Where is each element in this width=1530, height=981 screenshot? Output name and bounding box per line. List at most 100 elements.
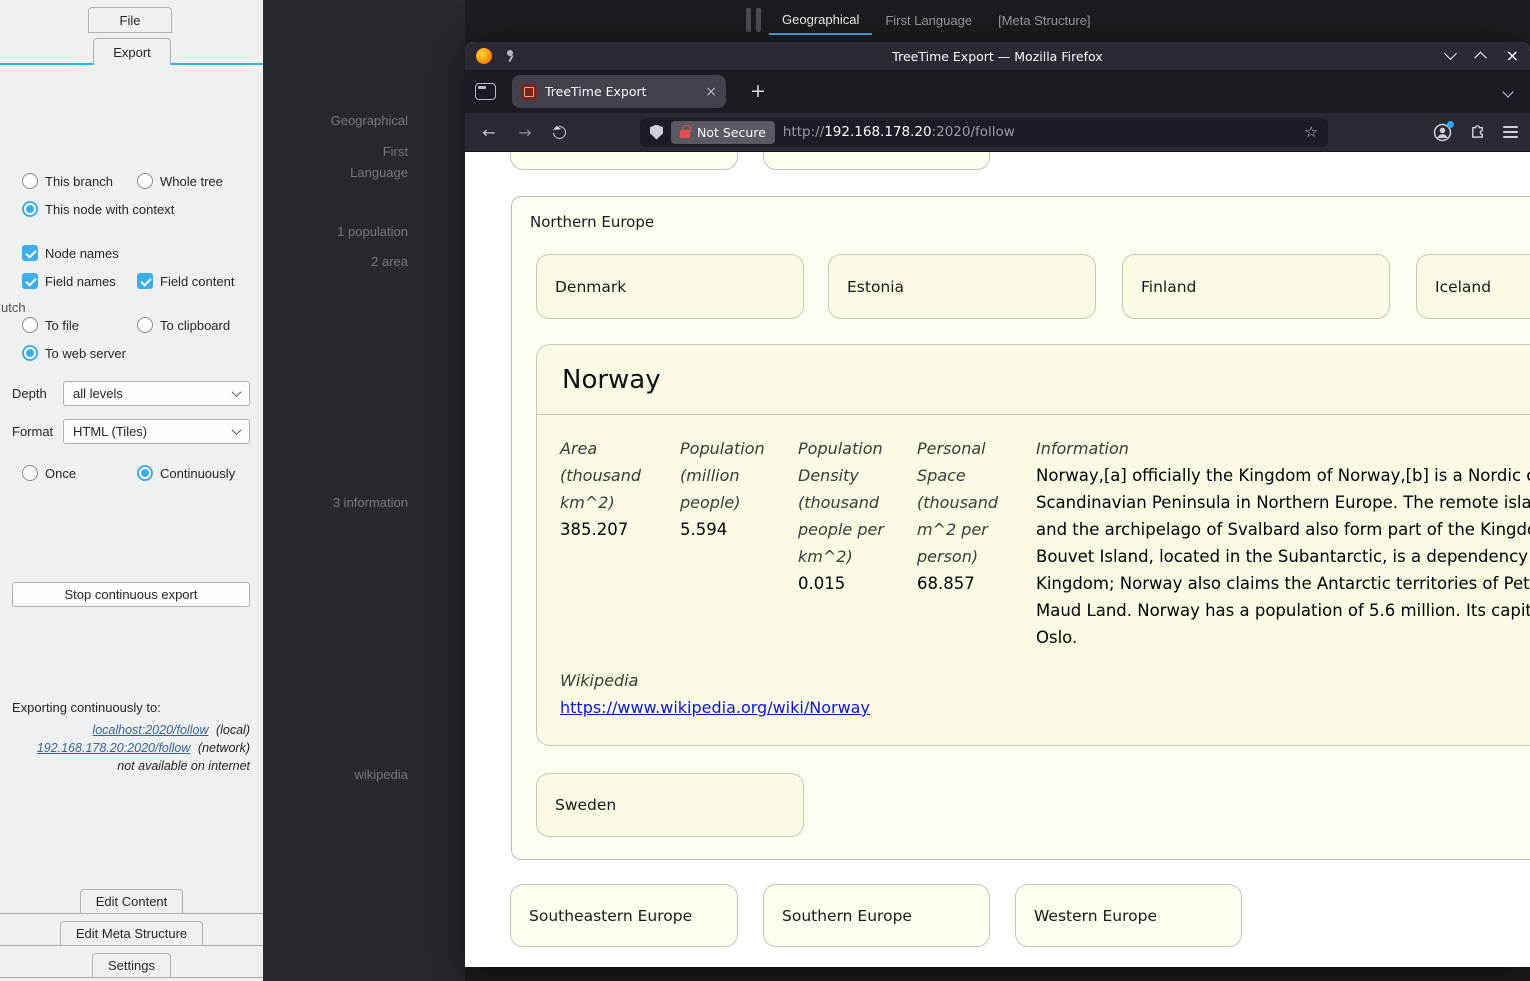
radio-label: This branch [45, 174, 113, 189]
radio-node-with-context[interactable]: This node with context [22, 200, 174, 218]
radio-icon-checked[interactable] [22, 345, 38, 361]
titlebar: TreeTime Export — Mozilla Firefox × [465, 42, 1530, 70]
checkbox-field-content[interactable]: Field content [137, 272, 234, 290]
partial-tile[interactable] [510, 152, 738, 170]
field-label-information: 3 information [324, 492, 408, 513]
tile-iceland[interactable]: Iceland [1416, 254, 1530, 319]
radio-icon[interactable] [137, 317, 153, 333]
tab-file[interactable]: File [88, 7, 172, 33]
pin-icon[interactable] [505, 50, 516, 62]
field-value: 385.207 [560, 516, 660, 543]
radio-icon-checked[interactable] [137, 465, 153, 481]
back-button[interactable]: ← [477, 123, 501, 142]
radio-label: Whole tree [160, 174, 223, 189]
bookmark-star-icon[interactable]: ☆ [1305, 123, 1318, 141]
radio-to-file[interactable]: To file [22, 316, 79, 334]
tracking-shield-icon[interactable] [650, 125, 663, 140]
tile-denmark[interactable]: Denmark [536, 254, 804, 319]
settings-button[interactable]: Settings [92, 953, 171, 978]
radio-icon[interactable] [22, 173, 38, 189]
browser-tab-title: TreeTime Export [545, 84, 697, 99]
tile-finland[interactable]: Finland [1122, 254, 1390, 319]
field-column-population: Population (million people) 5.594 [680, 435, 780, 543]
format-select[interactable]: HTML (Tiles) [63, 419, 250, 444]
radio-once[interactable]: Once [22, 464, 76, 482]
radio-to-clipboard[interactable]: To clipboard [137, 316, 230, 334]
radio-icon-checked[interactable] [22, 201, 38, 217]
network-link-note: (network) [198, 741, 250, 755]
tab-scroller[interactable] [746, 8, 761, 32]
field-label-population: 1 population [337, 221, 408, 242]
firefox-view-icon[interactable] [475, 83, 496, 100]
checkbox-label: Node names [45, 246, 119, 261]
format-value: HTML (Tiles) [73, 424, 147, 439]
radio-label: To clipboard [160, 318, 230, 333]
not-secure-chip[interactable]: Not Secure [671, 121, 775, 144]
maximize-icon[interactable] [1474, 51, 1487, 64]
depth-select[interactable]: all levels [63, 381, 250, 406]
edit-content-button[interactable]: Edit Content [80, 889, 184, 914]
tab-scroller-bar[interactable] [746, 8, 751, 32]
url-bar[interactable]: Not Secure http://192.168.178.20:2020/fo… [640, 118, 1328, 147]
reload-icon[interactable] [550, 123, 568, 141]
radio-to-web-server[interactable]: To web server [22, 344, 126, 362]
internet-note: not available on internet [0, 759, 250, 773]
forward-button[interactable]: → [513, 123, 537, 142]
radio-icon[interactable] [22, 465, 38, 481]
partial-tile[interactable] [763, 152, 990, 170]
edit-content-label: Edit Content [96, 894, 168, 909]
not-secure-label: Not Secure [697, 125, 766, 140]
account-icon[interactable] [1433, 123, 1452, 142]
tile-label: Denmark [555, 278, 626, 296]
tab-first-language[interactable]: First Language [872, 5, 985, 35]
tile-western-europe[interactable]: Western Europe [1015, 884, 1242, 947]
edit-meta-structure-button[interactable]: Edit Meta Structure [60, 921, 203, 946]
new-tab-button[interactable]: + [750, 82, 766, 101]
clipped-text-fragment: utch [1, 300, 26, 315]
info-text-line: Kingdom; Norway also claims the Antarcti… [1036, 570, 1530, 597]
radio-this-branch[interactable]: This branch [22, 172, 113, 190]
norway-title: Norway [562, 365, 661, 395]
checkbox-icon-checked[interactable] [22, 273, 38, 289]
menu-hamburger-icon[interactable] [1503, 126, 1518, 138]
radio-continuously[interactable]: Continuously [137, 464, 235, 482]
radio-label: Continuously [160, 466, 235, 481]
network-export-link[interactable]: 192.168.178.20:2020/follow [37, 741, 191, 755]
window-controls: × [1446, 48, 1519, 64]
tile-southern-europe[interactable]: Southern Europe [763, 884, 990, 947]
browser-tab-active[interactable]: TreeTime Export × [512, 75, 726, 108]
checkbox-icon-checked[interactable] [137, 273, 153, 289]
treetime-favicon [521, 84, 537, 100]
window-close-icon[interactable]: × [1506, 48, 1519, 64]
local-export-link[interactable]: localhost:2020/follow [92, 723, 208, 737]
tree-tabs: Geographical First Language [Meta Struct… [769, 5, 1104, 35]
field-label-area: 2 area [371, 251, 408, 272]
url-text[interactable]: http://192.168.178.20:2020/follow [783, 124, 1015, 140]
tab-scroller-bar[interactable] [756, 8, 761, 32]
tab-meta-structure[interactable]: [Meta Structure] [985, 5, 1103, 35]
checkbox-icon-checked[interactable] [22, 245, 38, 261]
wikipedia-field: Wikipedia https://www.wikipedia.org/wiki… [560, 667, 870, 721]
notification-dot [1447, 121, 1454, 128]
radio-icon[interactable] [137, 173, 153, 189]
tab-geographical[interactable]: Geographical [769, 5, 872, 35]
tile-southeastern-europe[interactable]: Southeastern Europe [510, 884, 738, 947]
checkbox-node-names[interactable]: Node names [22, 244, 119, 262]
field-column-density: Population Density (thousand people per … [798, 435, 902, 597]
extensions-icon[interactable] [1469, 122, 1486, 143]
radio-icon[interactable] [22, 317, 38, 333]
tab-export[interactable]: Export [93, 38, 171, 65]
list-all-tabs-icon[interactable] [1504, 88, 1512, 96]
radio-whole-tree[interactable]: Whole tree [137, 172, 223, 190]
minimize-icon[interactable] [1444, 47, 1457, 60]
wikipedia-link[interactable]: https://www.wikipedia.org/wiki/Norway [560, 698, 870, 717]
info-text-line: Norway,[a] officially the Kingdom of Nor… [1036, 462, 1530, 489]
checkbox-field-names[interactable]: Field names [22, 272, 116, 290]
tile-estonia[interactable]: Estonia [828, 254, 1096, 319]
tile-sweden[interactable]: Sweden [536, 773, 804, 837]
tab-close-icon[interactable]: × [705, 85, 717, 99]
field-header: Area (thousand km^2) [560, 435, 660, 516]
checkbox-label: Field names [45, 274, 116, 289]
tree-column: Geographical First Language 1 population… [263, 0, 465, 981]
stop-continuous-export-button[interactable]: Stop continuous export [12, 582, 250, 607]
